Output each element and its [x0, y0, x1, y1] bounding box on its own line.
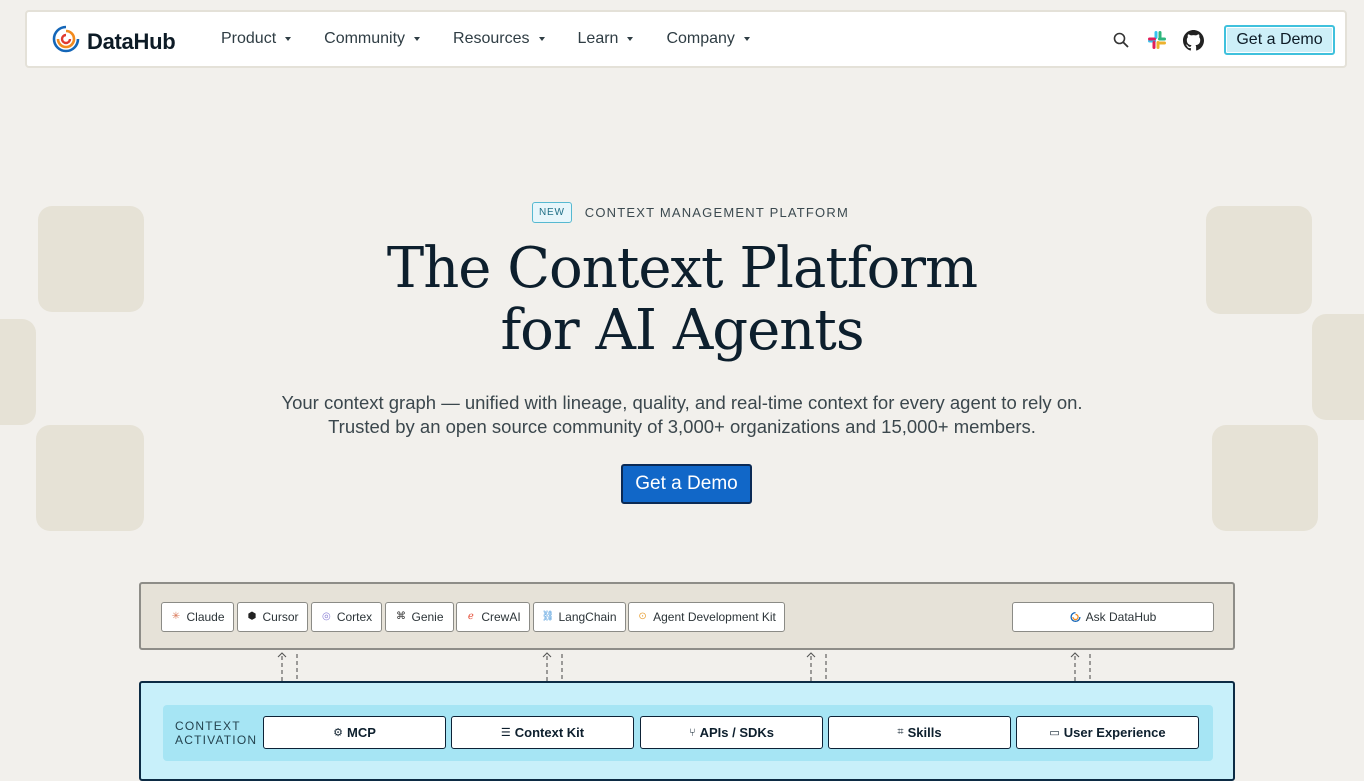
nav-item-resources[interactable]: Resources [453, 30, 545, 48]
nav-item-label: Resources [453, 30, 530, 47]
activation-chip-label: APIs / SDKs [699, 725, 775, 740]
agent-chip-label: Cursor [262, 610, 299, 624]
nav-item-company[interactable]: Company [666, 30, 750, 48]
nav-get-demo-button[interactable]: Get a Demo [1224, 25, 1335, 55]
github-icon[interactable] [1181, 28, 1205, 52]
caret-down-icon [538, 37, 545, 41]
agent-chip-label: LangChain [558, 610, 617, 624]
activation-chip-apis-sdks[interactable]: ⑂ APIs / SDKs [640, 716, 823, 749]
hero-get-demo-button[interactable]: Get a Demo [621, 464, 752, 504]
user-experience-icon: ▭ [1049, 727, 1060, 739]
nav-item-label: Community [324, 30, 406, 47]
agent-chip-cortex[interactable]: ◎ Cortex [311, 602, 382, 632]
langchain-icon: ⛓ [541, 611, 555, 622]
slack-icon[interactable] [1145, 28, 1169, 52]
activation-chip-context-kit[interactable]: ☰ Context Kit [451, 716, 634, 749]
skills-icon: ⌗ [897, 726, 904, 738]
cursor-icon: ⬢ [247, 611, 257, 622]
caret-down-icon [743, 37, 750, 41]
hero-title-line: for AI Agents [500, 298, 864, 363]
eyebrow-text: CONTEXT MANAGEMENT PLATFORM [584, 205, 849, 220]
agent-chip-label: CrewAI [481, 610, 521, 624]
agent-chip-claude[interactable]: ✳ Claude [161, 602, 234, 632]
agent-chip-label: Cortex [336, 610, 373, 624]
context-activation-label: CONTEXT ACTIVATION [175, 719, 257, 747]
agent-chip-label: Genie [411, 610, 444, 624]
context-activation-panel: CONTEXT ACTIVATION ⚙ MCP ☰ Context Kit ⑂… [139, 681, 1235, 781]
claude-icon: ✳ [171, 611, 181, 622]
agent-chip-genie[interactable]: ⌘ Genie [385, 602, 454, 632]
context-activation-label-line: ACTIVATION [175, 733, 258, 747]
nav-item-label: Company [666, 30, 735, 47]
nav-item-community[interactable]: Community [324, 30, 421, 48]
hero-eyebrow: NEW CONTEXT MANAGEMENT PLATFORM [532, 202, 849, 223]
context-activation-row: CONTEXT ACTIVATION ⚙ MCP ☰ Context Kit ⑂… [163, 705, 1213, 761]
agent-chip-label: Claude [186, 610, 225, 624]
agent-chip-label: Agent Development Kit [653, 610, 776, 624]
ask-datahub-chip[interactable]: Ask DataHub [1012, 602, 1214, 632]
mcp-icon: ⚙ [333, 727, 343, 739]
caret-down-icon [627, 37, 634, 41]
datahub-logo-icon [1070, 611, 1081, 623]
context-kit-icon: ☰ [500, 727, 511, 739]
hero-title-line: The Context Platform [386, 236, 978, 301]
new-badge: NEW [532, 202, 572, 223]
activation-chip-label: Context Kit [514, 725, 585, 740]
crewai-icon: ℯ [467, 611, 474, 622]
activation-chip-user-experience[interactable]: ▭ User Experience [1016, 716, 1199, 749]
ask-datahub-label: Ask DataHub [1085, 610, 1157, 624]
context-activation-label-line: CONTEXT [175, 719, 241, 733]
nav-menu: Product Community Resources Learn Compan… [221, 30, 783, 48]
hero-subtitle-line: Your context graph — unified with lineag… [281, 392, 1083, 413]
hero-title: The Context Platform for AI Agents [0, 238, 1364, 362]
logo-text: DataHub [87, 28, 176, 54]
api-icon: ⑂ [688, 726, 696, 739]
genie-icon: ⌘ [395, 611, 406, 622]
top-nav: DataHub Product Community Resources Lear… [25, 10, 1347, 68]
hero-subtitle-line: Trusted by an open source community of 3… [328, 416, 1036, 437]
decor-block [1212, 425, 1318, 531]
agent-chip-cursor[interactable]: ⬢ Cursor [237, 602, 308, 632]
caret-down-icon [285, 37, 292, 41]
agent-chip-langchain[interactable]: ⛓ LangChain [533, 602, 626, 632]
nav-item-product[interactable]: Product [221, 30, 292, 48]
activation-chip-label: Skills [907, 725, 942, 740]
logo[interactable]: DataHub [51, 24, 176, 59]
activation-chip-mcp[interactable]: ⚙ MCP [263, 716, 446, 749]
nav-item-label: Learn [577, 30, 619, 47]
activation-chip-label: MCP [346, 725, 376, 740]
agents-panel: ✳ Claude ⬢ Cursor ◎ Cortex ⌘ Genie ℯ Cre… [139, 582, 1235, 650]
agent-chip-adk[interactable]: ⊙ Agent Development Kit [628, 602, 785, 632]
activation-chip-skills[interactable]: ⌗ Skills [828, 716, 1011, 749]
nav-item-label: Product [221, 30, 277, 47]
activation-chip-label: User Experience [1063, 725, 1166, 740]
agent-chip-crewai[interactable]: ℯ CrewAI [456, 602, 530, 632]
decor-block [36, 425, 144, 531]
nav-item-learn[interactable]: Learn [578, 30, 634, 48]
nav-icons [1109, 28, 1217, 52]
search-icon[interactable] [1109, 28, 1133, 52]
adk-icon: ⊙ [638, 611, 647, 622]
datahub-logo-icon [51, 24, 81, 59]
caret-down-icon [414, 37, 421, 41]
cortex-icon: ◎ [321, 611, 331, 622]
hero-subtitle: Your context graph — unified with lineag… [0, 391, 1364, 439]
